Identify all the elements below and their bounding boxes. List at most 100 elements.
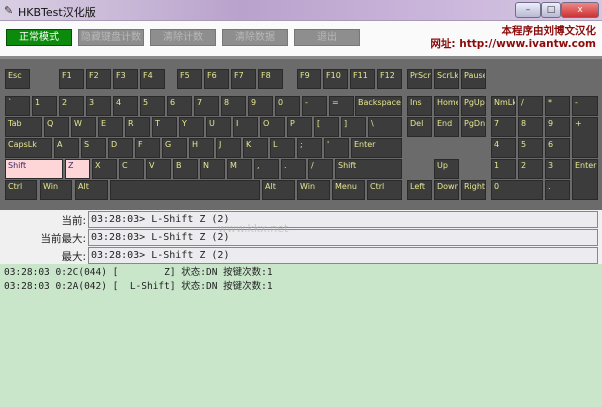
key-enter[interactable]: Enter — [572, 159, 598, 200]
key-e[interactable]: E — [98, 117, 123, 137]
key-f6[interactable]: F6 — [204, 69, 229, 89]
key-[interactable]: * — [545, 96, 570, 116]
key-v[interactable]: V — [146, 159, 171, 179]
key-a[interactable]: A — [54, 138, 79, 158]
clear-data-button[interactable]: 清除数据 — [222, 29, 288, 46]
key-menu[interactable]: Menu — [332, 180, 365, 200]
minimize-button[interactable]: – — [515, 2, 541, 18]
credit-line-2[interactable]: 网址: http://www.ivantw.com — [430, 38, 596, 51]
key-shift[interactable]: Shift — [335, 159, 402, 179]
key-down[interactable]: Down — [434, 180, 459, 200]
key-[interactable]: \ — [368, 117, 402, 137]
key-ctrl[interactable]: Ctrl — [367, 180, 402, 200]
key-s[interactable]: S — [81, 138, 106, 158]
key-8[interactable]: 8 — [518, 117, 543, 137]
key-5[interactable]: 5 — [518, 138, 543, 158]
key-[interactable]: = — [329, 96, 354, 116]
key-f5[interactable]: F5 — [177, 69, 202, 89]
key-h[interactable]: H — [189, 138, 214, 158]
key-0[interactable]: 0 — [275, 96, 300, 116]
key-n[interactable]: N — [200, 159, 225, 179]
key-pgdn[interactable]: PgDn — [461, 117, 486, 137]
key-left[interactable]: Left — [407, 180, 432, 200]
key-i[interactable]: I — [233, 117, 258, 137]
key-w[interactable]: W — [71, 117, 96, 137]
key-p[interactable]: P — [287, 117, 312, 137]
key-backspace[interactable]: Backspace — [355, 96, 402, 116]
hide-keyboard-count-button[interactable]: 隐藏键盘计数 — [78, 29, 144, 46]
key-8[interactable]: 8 — [221, 96, 246, 116]
key-f12[interactable]: F12 — [377, 69, 402, 89]
key-f10[interactable]: F10 — [323, 69, 348, 89]
event-log[interactable]: 03:28:03 0:2C(044) [ Z] 状态:DN 按键次数:1 03:2… — [0, 264, 602, 407]
key-f9[interactable]: F9 — [297, 69, 321, 89]
key-f3[interactable]: F3 — [113, 69, 138, 89]
key-f11[interactable]: F11 — [350, 69, 375, 89]
key-[interactable]: ' — [324, 138, 349, 158]
key-f7[interactable]: F7 — [231, 69, 256, 89]
key-2[interactable]: 2 — [59, 96, 84, 116]
exit-button[interactable]: 退出 — [294, 29, 360, 46]
key-f4[interactable]: F4 — [140, 69, 165, 89]
key-l[interactable]: L — [270, 138, 295, 158]
key-b[interactable]: B — [173, 159, 198, 179]
key-0[interactable]: 0 — [491, 180, 543, 200]
key-t[interactable]: T — [152, 117, 177, 137]
key-c[interactable]: C — [119, 159, 144, 179]
key-[interactable]: + — [572, 117, 598, 158]
key-j[interactable]: J — [216, 138, 241, 158]
key-f2[interactable]: F2 — [86, 69, 111, 89]
key-capslk[interactable]: CapsLk — [5, 138, 52, 158]
key-right[interactable]: Right — [461, 180, 486, 200]
key-nmlk[interactable]: NmLk — [491, 96, 516, 116]
key-[interactable]: / — [308, 159, 333, 179]
key-q[interactable]: Q — [44, 117, 69, 137]
key-ctrl[interactable]: Ctrl — [5, 180, 37, 200]
key-3[interactable]: 3 — [86, 96, 111, 116]
key-u[interactable]: U — [206, 117, 231, 137]
key-shift[interactable]: Shift — [5, 159, 63, 179]
key-ins[interactable]: Ins — [407, 96, 432, 116]
key-r[interactable]: R — [125, 117, 150, 137]
key-7[interactable]: 7 — [491, 117, 516, 137]
key-5[interactable]: 5 — [140, 96, 165, 116]
key-pgup[interactable]: PgUp — [461, 96, 486, 116]
key-[interactable]: , — [254, 159, 279, 179]
key-f8[interactable]: F8 — [258, 69, 283, 89]
key-6[interactable]: 6 — [545, 138, 570, 158]
key-del[interactable]: Del — [407, 117, 432, 137]
key-9[interactable]: 9 — [248, 96, 273, 116]
current-max-field[interactable]: 03:28:03> L-Shift Z (2) — [88, 229, 598, 246]
title-bar[interactable]: ✎ HKBTest汉化版 – □ x — [0, 0, 602, 21]
key-[interactable]: / — [518, 96, 543, 116]
key-[interactable]: - — [302, 96, 327, 116]
key-win[interactable]: Win — [297, 180, 330, 200]
key-k[interactable]: K — [243, 138, 268, 158]
key-x[interactable]: X — [92, 159, 117, 179]
key-[interactable]: ] — [341, 117, 366, 137]
key-[interactable]: ; — [297, 138, 322, 158]
key-m[interactable]: M — [227, 159, 252, 179]
key-tab[interactable]: Tab — [5, 117, 42, 137]
key-[interactable]: . — [545, 180, 570, 200]
key-enter[interactable]: Enter — [351, 138, 402, 158]
close-button[interactable]: x — [561, 2, 599, 18]
key-1[interactable]: 1 — [32, 96, 57, 116]
key-f[interactable]: F — [135, 138, 160, 158]
key-3[interactable]: 3 — [545, 159, 570, 179]
key-[interactable]: [ — [314, 117, 339, 137]
key-z[interactable]: Z — [65, 159, 90, 179]
key-d[interactable]: D — [108, 138, 133, 158]
key-prscr[interactable]: PrScr — [407, 69, 432, 89]
maximize-button[interactable]: □ — [541, 2, 561, 18]
key-alt[interactable]: Alt — [75, 180, 108, 200]
key-9[interactable]: 9 — [545, 117, 570, 137]
key-[interactable]: . — [281, 159, 306, 179]
key-6[interactable]: 6 — [167, 96, 192, 116]
key-scrlk[interactable]: ScrLk — [434, 69, 459, 89]
key-f1[interactable]: F1 — [59, 69, 84, 89]
max-field[interactable]: 03:28:03> L-Shift Z (2) — [88, 247, 598, 264]
clear-count-button[interactable]: 清除计数 — [150, 29, 216, 46]
key-2[interactable]: 2 — [518, 159, 543, 179]
normal-mode-button[interactable]: 正常模式 — [6, 29, 72, 46]
